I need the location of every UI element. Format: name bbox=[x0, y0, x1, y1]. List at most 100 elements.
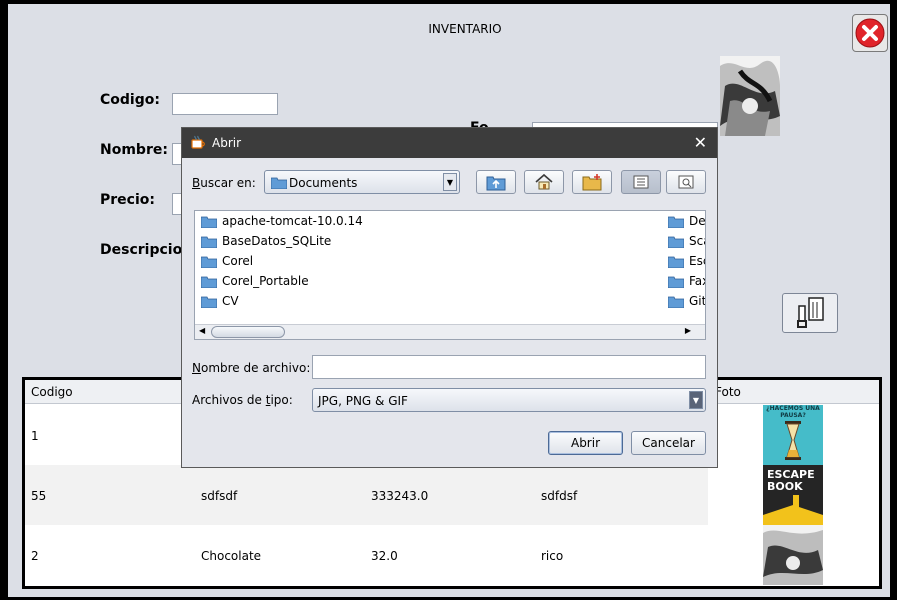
cell-descripcion: sdfdsf bbox=[541, 489, 578, 503]
look-in-label-rest: uscar en: bbox=[200, 176, 256, 190]
folder-icon bbox=[201, 256, 217, 268]
scrollbar-thumb[interactable] bbox=[211, 326, 285, 338]
look-in-label: Buscar en: bbox=[192, 176, 256, 190]
precio-label: Precio: bbox=[100, 192, 155, 208]
table-row[interactable]: 55 sdfsdf 333243.0 sdfdsf bbox=[25, 465, 708, 525]
cell-descripcion: rico bbox=[541, 549, 564, 563]
cancel-button[interactable]: Cancelar bbox=[631, 431, 706, 455]
home-button[interactable] bbox=[524, 170, 564, 194]
chevron-down-icon[interactable]: ▼ bbox=[443, 173, 457, 191]
list-item[interactable]: Corel bbox=[201, 254, 253, 268]
file-name: De bbox=[689, 214, 706, 228]
scroll-right-icon[interactable]: ▶ bbox=[685, 326, 691, 335]
open-file-dialog: Abrir ✕ Buscar en: Documents ▼ apache-to… bbox=[181, 127, 718, 468]
up-folder-icon bbox=[486, 176, 506, 191]
file-name: Git bbox=[689, 294, 706, 308]
home-icon bbox=[535, 173, 553, 190]
escape-book-text: ESCAPE BOOK bbox=[767, 468, 815, 493]
folder-icon bbox=[668, 296, 684, 308]
file-name: Fax bbox=[689, 274, 705, 288]
book-cover-image: ¿HACEMOS UNA PAUSA? bbox=[763, 405, 823, 465]
cell-codigo: 2 bbox=[31, 549, 39, 563]
list-item[interactable]: Corel_Portable bbox=[201, 274, 309, 288]
look-in-value: Documents bbox=[289, 176, 358, 190]
new-folder-icon bbox=[582, 174, 602, 191]
close-button[interactable] bbox=[852, 14, 888, 52]
book-cover-text: ¿HACEMOS UNA PAUSA? bbox=[766, 405, 820, 419]
codigo-field[interactable] bbox=[172, 93, 278, 115]
details-view-icon bbox=[678, 175, 694, 189]
filetype-combo[interactable]: JPG, PNG & GIF ▼ bbox=[312, 388, 706, 412]
list-item[interactable]: apache-tomcat-10.0.14 bbox=[201, 214, 363, 228]
file-list[interactable]: apache-tomcat-10.0.14 BaseDatos_SQLite C… bbox=[194, 210, 706, 340]
look-in-combo[interactable]: Documents ▼ bbox=[264, 170, 460, 194]
folder-icon bbox=[201, 296, 217, 308]
cell-nombre: Chocolate bbox=[201, 549, 262, 563]
cell-precio: 333243.0 bbox=[371, 489, 429, 503]
look-in-mnemonic: B bbox=[192, 176, 201, 190]
file-name: Corel bbox=[222, 254, 254, 268]
file-name: BaseDatos_SQLite bbox=[222, 234, 332, 248]
file-name: apache-tomcat-10.0.14 bbox=[222, 214, 363, 228]
folder-icon bbox=[271, 177, 287, 189]
window-left-edge bbox=[0, 0, 8, 597]
filetype-label-pre: Archivos de bbox=[192, 393, 266, 407]
filename-mnemonic: N bbox=[192, 361, 201, 375]
clear-button[interactable] bbox=[782, 293, 838, 333]
table-row[interactable]: 2 Chocolate 32.0 rico bbox=[25, 525, 879, 585]
open-button[interactable]: Abrir bbox=[548, 431, 623, 455]
list-item[interactable]: Sca bbox=[668, 234, 705, 248]
header-codigo: Codigo bbox=[31, 385, 73, 399]
list-view-icon bbox=[633, 175, 649, 189]
dialog-close-icon[interactable]: ✕ bbox=[694, 133, 707, 152]
folder-icon bbox=[668, 236, 684, 248]
filetype-label-rest: ipo: bbox=[270, 393, 293, 407]
list-item[interactable]: BaseDatos_SQLite bbox=[201, 234, 331, 248]
brush-icon bbox=[797, 297, 824, 328]
list-item[interactable]: Fax bbox=[668, 274, 705, 288]
list-item[interactable]: De bbox=[668, 214, 706, 228]
list-view-button[interactable] bbox=[621, 170, 661, 194]
list-item[interactable]: Esc bbox=[668, 254, 705, 268]
cell-nombre: sdfsdf bbox=[201, 489, 238, 503]
file-name: Corel_Portable bbox=[222, 274, 309, 288]
filetype-label: Archivos de tipo: bbox=[192, 393, 293, 407]
filename-label: Nombre de archivo: bbox=[192, 361, 310, 375]
folder-icon bbox=[668, 276, 684, 288]
folder-icon bbox=[201, 236, 217, 248]
close-icon bbox=[855, 18, 885, 48]
dialog-titlebar[interactable]: Abrir ✕ bbox=[182, 128, 717, 158]
dialog-title: Abrir bbox=[212, 136, 242, 150]
folder-icon bbox=[668, 216, 684, 228]
file-name: CV bbox=[222, 294, 239, 308]
up-folder-button[interactable] bbox=[476, 170, 516, 194]
filename-label-rest: ombre de archivo: bbox=[200, 361, 311, 375]
list-item[interactable]: Git bbox=[668, 294, 706, 308]
nombre-label: Nombre: bbox=[100, 142, 168, 158]
inventory-window: INVENTARIO Codigo: Nombre: Precio: Descr… bbox=[0, 0, 897, 597]
cell-precio: 32.0 bbox=[371, 549, 398, 563]
product-photo bbox=[720, 56, 780, 136]
horizontal-scrollbar[interactable]: ◀ ▶ bbox=[195, 324, 705, 339]
cell-codigo: 55 bbox=[31, 489, 47, 503]
window-title: INVENTARIO bbox=[428, 22, 502, 36]
file-name: Esc bbox=[689, 254, 705, 268]
grayscale-photo bbox=[763, 525, 823, 585]
folder-icon bbox=[201, 216, 217, 228]
folder-icon bbox=[668, 256, 684, 268]
new-folder-button[interactable] bbox=[572, 170, 612, 194]
filename-input[interactable] bbox=[312, 355, 706, 379]
file-name: Sca bbox=[689, 234, 705, 248]
cell-codigo: 1 bbox=[31, 429, 39, 443]
window-top-edge bbox=[0, 0, 897, 4]
header-foto: Foto bbox=[715, 385, 741, 399]
filetype-value: JPG, PNG & GIF bbox=[318, 394, 408, 408]
details-view-button[interactable] bbox=[666, 170, 706, 194]
java-icon bbox=[191, 135, 205, 149]
list-item[interactable]: CV bbox=[201, 294, 239, 308]
escape-book-image: ESCAPE BOOK bbox=[763, 465, 823, 525]
scroll-left-icon[interactable]: ◀ bbox=[199, 326, 205, 335]
codigo-label: Codigo: bbox=[100, 92, 160, 108]
chevron-down-icon[interactable]: ▼ bbox=[689, 391, 703, 409]
folder-icon bbox=[201, 276, 217, 288]
